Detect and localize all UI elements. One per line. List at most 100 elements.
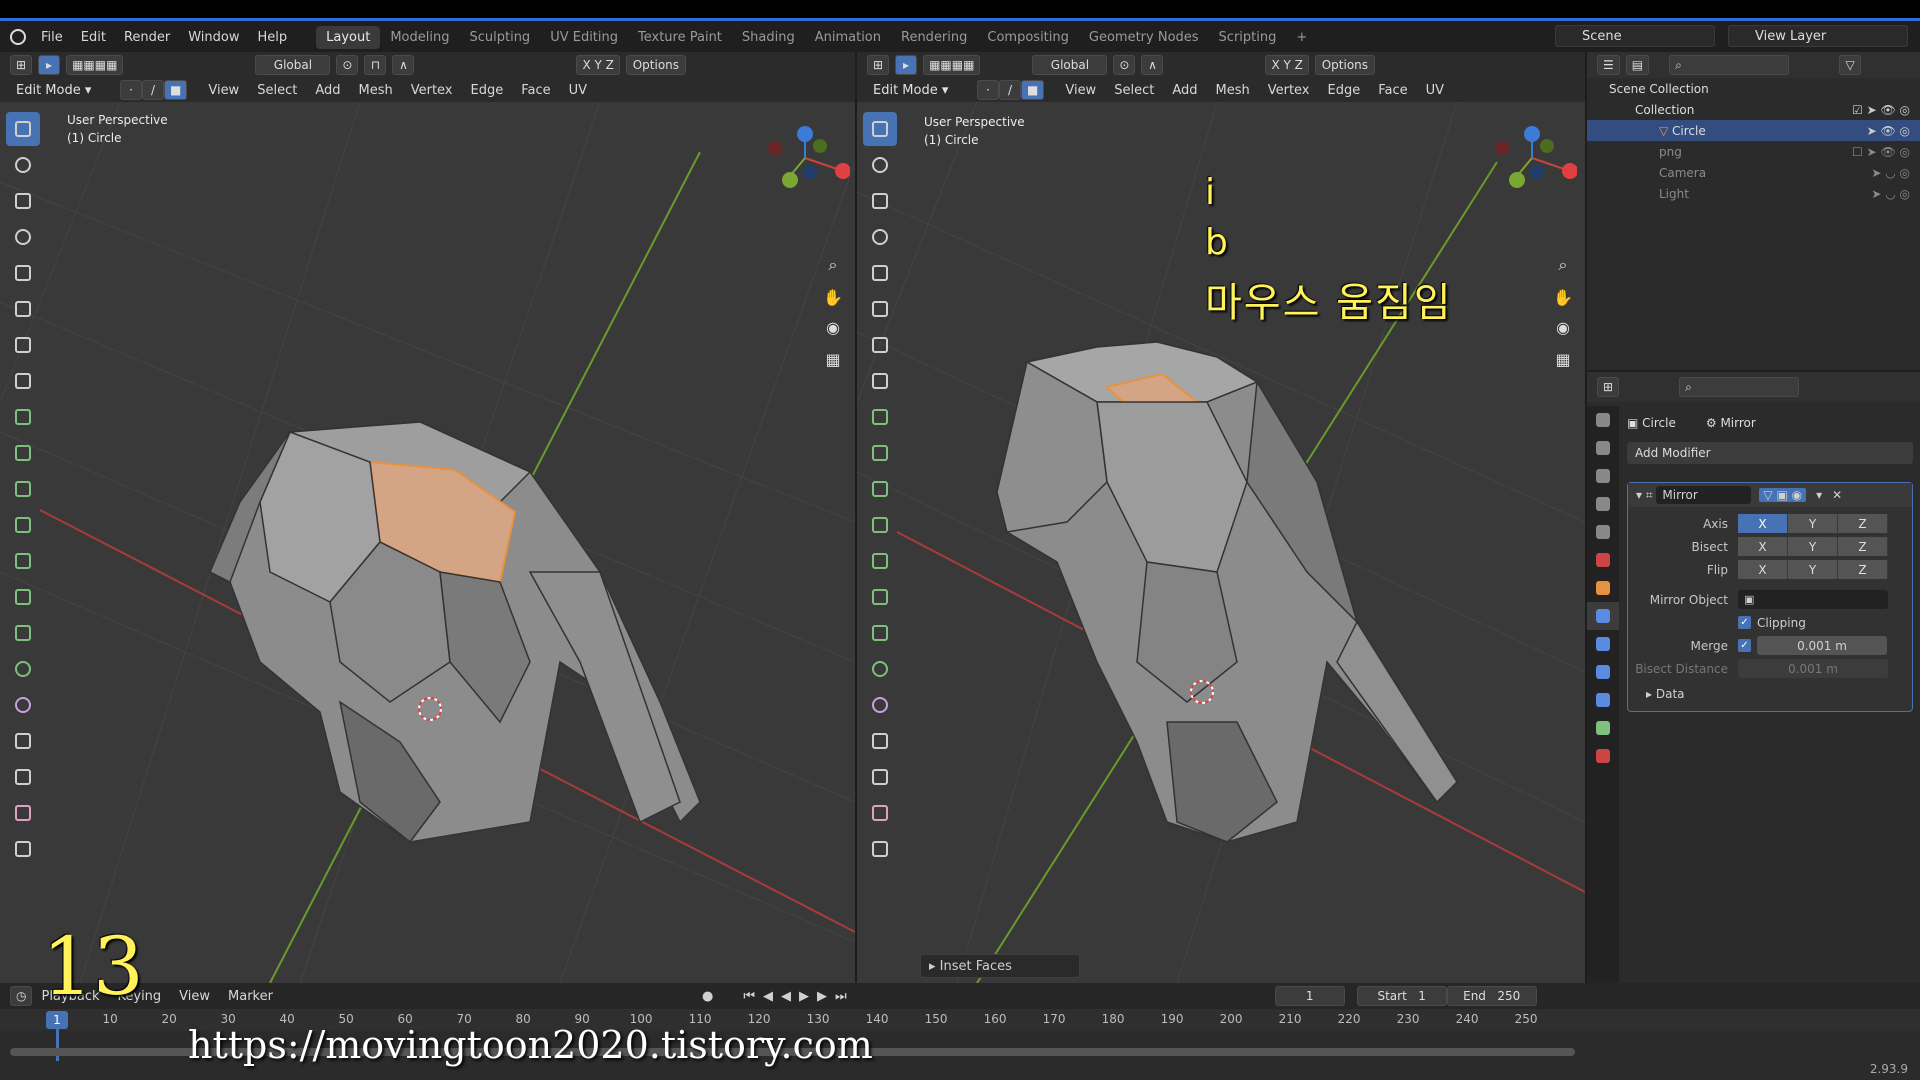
tab-scripting[interactable]: Scripting — [1209, 26, 1287, 49]
playback-controls[interactable]: ⏮◀◀▶▶⏭ — [743, 989, 854, 1004]
object-tab-icon[interactable] — [1587, 574, 1619, 602]
rotate-tool-icon[interactable] — [6, 220, 40, 254]
data-subpanel[interactable]: ▸ Data — [1628, 683, 1914, 704]
measure-tool-icon[interactable] — [6, 364, 40, 398]
pan-hand-icon[interactable]: ✋ — [1550, 284, 1576, 310]
modifier-dropdown-icon[interactable]: ▾ — [1816, 488, 1822, 502]
bisect-y-toggle[interactable]: Y — [1788, 537, 1838, 556]
modifier-name-field[interactable]: Mirror — [1656, 486, 1752, 504]
menu-edge[interactable]: Edge — [1319, 83, 1370, 98]
axis-z-toggle[interactable]: Z — [1838, 514, 1888, 533]
last-operator-panel[interactable]: ▸ Inset Faces — [920, 954, 1080, 978]
proportional-icon[interactable]: ∧ — [392, 55, 415, 75]
mirror-xyz-icon[interactable]: X Y Z — [1265, 55, 1309, 75]
menu-render[interactable]: Render — [115, 30, 179, 45]
add-cube-tool-icon[interactable] — [6, 400, 40, 434]
tab-layout[interactable]: Layout — [316, 25, 381, 49]
scene-tab-icon[interactable] — [1587, 518, 1619, 546]
axis-y-toggle[interactable]: Y — [1788, 514, 1838, 533]
visibility-toggles[interactable]: ➤ ◡ ◎ — [1871, 166, 1910, 180]
annotate-tool-icon[interactable] — [863, 328, 897, 362]
bevel-tool-icon[interactable] — [6, 508, 40, 542]
cursor-tool-icon[interactable] — [6, 148, 40, 182]
transform-orientation-dropdown[interactable]: Global — [1032, 55, 1108, 75]
visibility-toggles[interactable]: ➤ 👁 ◎ — [1867, 124, 1910, 138]
spin-tool-icon[interactable] — [863, 652, 897, 686]
camera-view-icon[interactable]: ◉ — [1550, 314, 1576, 340]
visibility-toggles[interactable]: ☐ ➤ 👁 ◎ — [1852, 145, 1910, 159]
end-frame-field[interactable]: End 250 — [1446, 986, 1537, 1006]
options-dropdown[interactable]: Options — [1314, 55, 1375, 75]
material-tab-icon[interactable] — [1587, 742, 1619, 770]
tab-animation[interactable]: Animation — [805, 26, 891, 49]
flip-z-toggle[interactable]: Z — [1838, 560, 1888, 579]
move-tool-icon[interactable] — [6, 184, 40, 218]
shrink-fatten-tool-icon[interactable] — [6, 760, 40, 794]
poly-build-tool-icon[interactable] — [863, 616, 897, 650]
knife-tool-icon[interactable] — [6, 580, 40, 614]
tab-texture-paint[interactable]: Texture Paint — [628, 26, 732, 49]
vertex-select-icon[interactable]: · — [977, 80, 999, 100]
menu-view[interactable]: View — [1056, 83, 1105, 98]
select-tool-icon[interactable] — [863, 112, 897, 146]
knife-tool-icon[interactable] — [863, 580, 897, 614]
rip-tool-icon[interactable] — [6, 832, 40, 866]
tab-geometry-nodes[interactable]: Geometry Nodes — [1079, 26, 1209, 49]
mesh-model[interactable] — [208, 421, 701, 844]
options-dropdown[interactable]: Options — [625, 55, 686, 75]
blender-logo-icon[interactable] — [10, 29, 26, 45]
outliner-row-light[interactable]: Light ➤ ◡ ◎ — [1587, 183, 1920, 204]
face-select-icon[interactable]: ■ — [1021, 80, 1045, 100]
start-frame-field[interactable]: Start 1 — [1356, 986, 1447, 1006]
tab-modeling[interactable]: Modeling — [380, 26, 459, 49]
bisect-x-toggle[interactable]: X — [1738, 537, 1788, 556]
record-icon[interactable]: ● — [702, 989, 713, 1004]
menu-view[interactable]: View — [199, 83, 248, 98]
modifier-close-icon[interactable]: ✕ — [1832, 488, 1842, 502]
bisect-z-toggle[interactable]: Z — [1838, 537, 1888, 556]
filter-icon[interactable]: ▽ — [1839, 55, 1862, 75]
menu-uv[interactable]: UV — [1417, 83, 1453, 98]
tab-rendering[interactable]: Rendering — [891, 26, 977, 49]
menu-select[interactable]: Select — [1105, 83, 1163, 98]
menu-marker[interactable]: Marker — [219, 989, 282, 1004]
render-tab-icon[interactable] — [1587, 434, 1619, 462]
edge-slide-tool-icon[interactable] — [863, 724, 897, 758]
inset-tool-icon[interactable] — [863, 472, 897, 506]
ortho-grid-icon[interactable]: ▦ — [820, 346, 846, 372]
edge-select-icon[interactable]: / — [999, 80, 1021, 100]
inset-tool-icon[interactable] — [6, 472, 40, 506]
scale-tool-icon[interactable] — [863, 256, 897, 290]
rotate-tool-icon[interactable] — [863, 220, 897, 254]
select-mode-icon[interactable]: ▦▦▦▦ — [66, 55, 124, 75]
axis-x-toggle[interactable]: X — [1738, 514, 1788, 533]
select-mode-icon[interactable]: ▦▦▦▦ — [923, 55, 981, 75]
menu-mesh[interactable]: Mesh — [349, 83, 401, 98]
outliner-search-input[interactable]: ⌕ — [1669, 55, 1790, 75]
world-tab-icon[interactable] — [1587, 546, 1619, 574]
poly-build-tool-icon[interactable] — [6, 616, 40, 650]
outliner-row-png[interactable]: png ☐ ➤ 👁 ◎ — [1587, 141, 1920, 162]
editor-type-icon[interactable]: ⊞ — [10, 55, 33, 75]
tab-shading[interactable]: Shading — [732, 26, 805, 49]
camera-view-icon[interactable]: ◉ — [820, 314, 846, 340]
zoom-icon[interactable]: ⌕ — [1550, 252, 1576, 278]
menu-add[interactable]: Add — [306, 83, 349, 98]
data-tab-icon[interactable] — [1587, 714, 1619, 742]
transform-tool-icon[interactable] — [863, 292, 897, 326]
bisect-distance-field[interactable]: 0.001 m — [1738, 659, 1888, 678]
proportional-icon[interactable]: ∧ — [1141, 55, 1164, 75]
menu-edit[interactable]: Edit — [72, 30, 115, 45]
menu-vertex[interactable]: Vertex — [402, 83, 462, 98]
mirror-xyz-icon[interactable]: X Y Z — [576, 55, 620, 75]
properties-search-input[interactable]: ⌕ — [1679, 377, 1800, 397]
navigation-gizmo[interactable] — [1487, 118, 1577, 198]
add-workspace-icon[interactable]: + — [1286, 26, 1317, 49]
output-tab-icon[interactable] — [1587, 462, 1619, 490]
outliner-row-circle[interactable]: ▽ Circle ➤ 👁 ◎ — [1587, 120, 1920, 141]
shear-tool-icon[interactable] — [863, 796, 897, 830]
menu-select[interactable]: Select — [248, 83, 306, 98]
add-modifier-button[interactable]: Add Modifier — [1627, 442, 1913, 464]
outliner-row-camera[interactable]: Camera ➤ ◡ ◎ — [1587, 162, 1920, 183]
edge-select-icon[interactable]: / — [142, 80, 164, 100]
